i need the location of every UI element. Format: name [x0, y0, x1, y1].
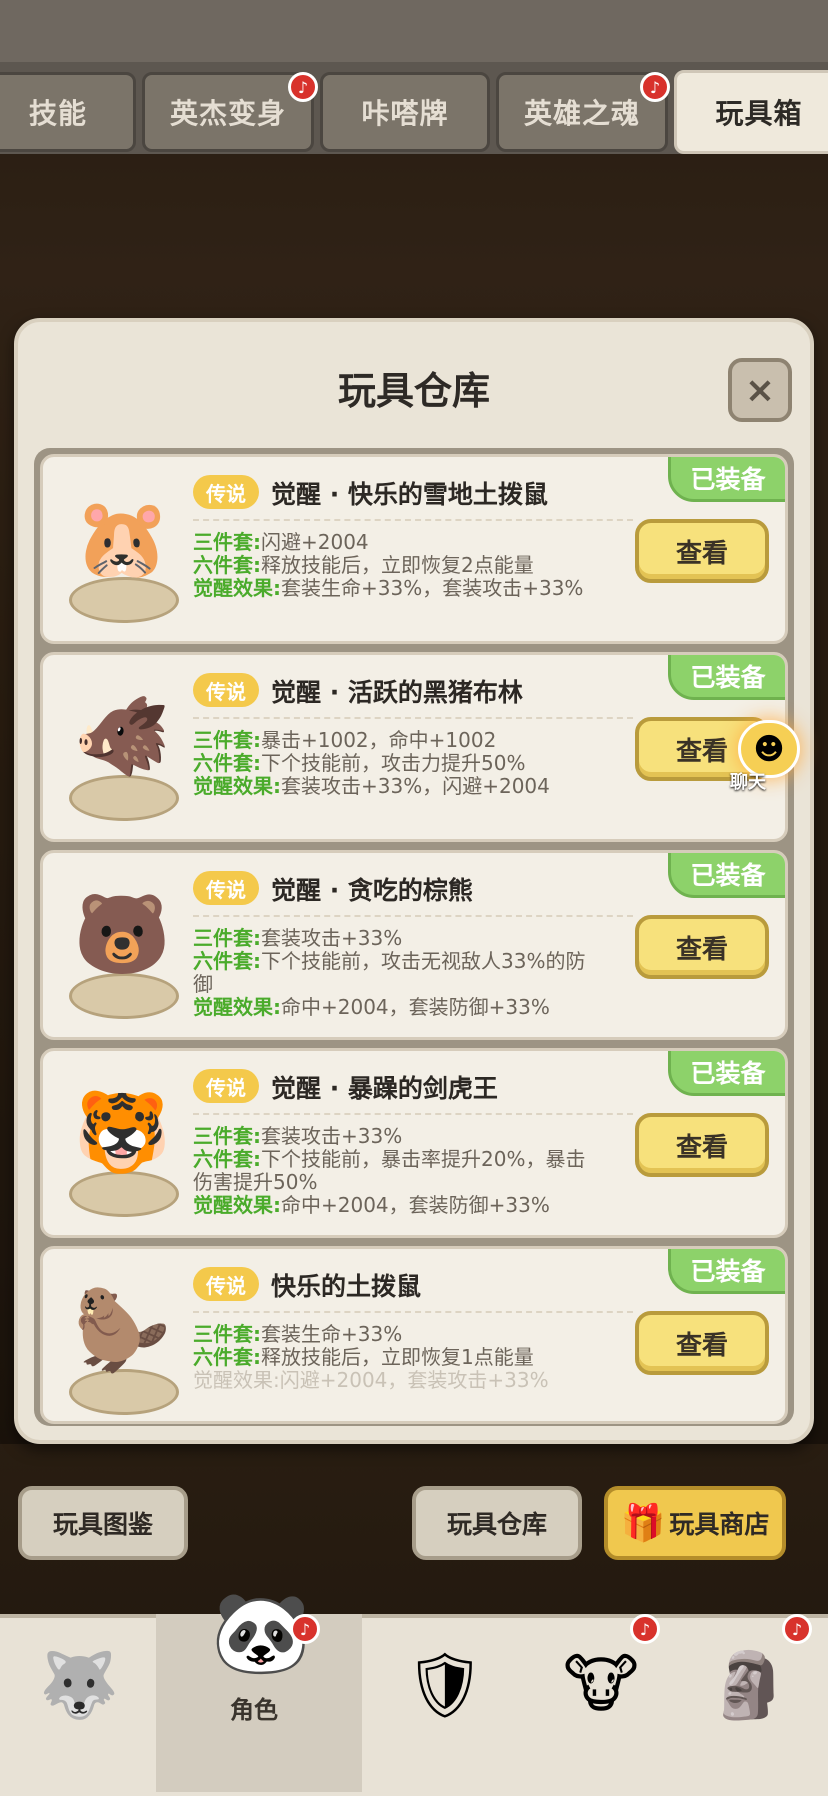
- nav-character-label: 角色: [230, 1696, 278, 1724]
- bell-icon: ♪: [288, 72, 318, 102]
- divider: [193, 915, 633, 917]
- divider: [193, 1311, 633, 1313]
- tab-label: 玩具箱: [715, 97, 803, 130]
- set-bonus-line: 六件套:下个技能前，攻击无视敌人33%的防御: [193, 949, 586, 996]
- set-bonus-line: 六件套:释放技能后，立即恢复1点能量: [193, 1345, 534, 1369]
- nav-pet-icon[interactable]: 🐮: [546, 1630, 656, 1740]
- toy-name: 快乐的土拨鼠: [271, 1272, 422, 1301]
- awaken-effect-line: 觉醒效果:套装生命+33%，套装攻击+33%: [193, 576, 584, 600]
- chat-label: 聊天: [730, 772, 766, 793]
- black-boar-icon: 🐗: [73, 691, 171, 782]
- toy-name: 觉醒 · 快乐的雪地土拨鼠: [271, 480, 548, 509]
- rarity-badge: 传说: [193, 475, 259, 509]
- equipped-tag: 已装备: [668, 655, 785, 700]
- view-button[interactable]: 查看: [635, 519, 769, 583]
- groundhog-icon: 🦫: [73, 1285, 171, 1376]
- chat-icon: ☻: [753, 731, 785, 767]
- equipped-tag: 已装备: [668, 1051, 785, 1096]
- brown-bear-icon: 🐻: [73, 889, 171, 980]
- bell-icon: ♪: [630, 1614, 660, 1644]
- toy-catalog-button[interactable]: 玩具图鉴: [18, 1486, 188, 1560]
- divider: [193, 717, 633, 719]
- rarity-badge: 传说: [193, 871, 259, 905]
- toy-warehouse-button[interactable]: 玩具仓库: [412, 1486, 582, 1560]
- toy-card: 🦫 传说 快乐的土拨鼠 三件套:套装生命+33% 六件套:释放技能后，立即恢复1…: [40, 1246, 788, 1424]
- toy-card: 🐯 传说 觉醒 · 暴躁的剑虎王 三件套:套装攻击+33% 六件套:下个技能前，…: [40, 1048, 788, 1238]
- toy-name: 觉醒 · 暴躁的剑虎王: [271, 1074, 498, 1103]
- toy-shop-label: 玩具商店: [669, 1510, 770, 1539]
- set-bonus-line: 三件套:暴击+1002，命中+1002: [193, 728, 497, 752]
- close-icon: ×: [744, 369, 776, 411]
- nav-equipment-icon[interactable]: 🛡: [390, 1630, 500, 1740]
- toy-shop-button[interactable]: 🎁 玩具商店: [604, 1486, 786, 1560]
- set-bonus-line: 三件套:闪避+2004: [193, 530, 369, 554]
- shop-icon: 🎁: [620, 1503, 666, 1544]
- set-bonus-line: 六件套:释放技能后，立即恢复2点能量: [193, 553, 534, 577]
- tab-label: 英雄之魂: [523, 97, 640, 130]
- bell-icon: ♪: [782, 1614, 812, 1644]
- nav-hero-icon[interactable]: 🐺: [24, 1630, 134, 1740]
- set-bonus-line: 六件套:下个技能前，攻击力提升50%: [193, 751, 526, 775]
- awaken-effect-line: 觉醒效果:命中+2004，套装防御+33%: [193, 995, 550, 1019]
- awaken-effect-line: 觉醒效果:闪避+2004，套装攻击+33%: [193, 1368, 549, 1392]
- awaken-effect-line: 觉醒效果:命中+2004，套装防御+33%: [193, 1193, 550, 1217]
- snow-groundhog-icon: 🐹: [73, 493, 171, 584]
- set-bonus-line: 三件套:套装攻击+33%: [193, 926, 403, 950]
- set-bonus-line: 六件套:下个技能前，暴击率提升20%，暴击伤害提升50%: [193, 1147, 586, 1194]
- view-button[interactable]: 查看: [635, 915, 769, 979]
- equipped-tag: 已装备: [668, 1249, 785, 1294]
- tab-toy-box[interactable]: 玩具箱: [674, 70, 828, 154]
- toy-card: 🐗 传说 觉醒 · 活跃的黑猪布林 三件套:暴击+1002，命中+1002 六件…: [40, 652, 788, 842]
- tab-label: 英杰变身: [169, 97, 286, 130]
- tab-skills[interactable]: 技能: [0, 72, 136, 152]
- toy-name: 觉醒 · 活跃的黑猪布林: [271, 678, 523, 707]
- rarity-badge: 传说: [193, 673, 259, 707]
- toy-card: 🐻 传说 觉醒 · 贪吃的棕熊 三件套:套装攻击+33% 六件套:下个技能前，攻…: [40, 850, 788, 1040]
- tab-label: 技能: [28, 97, 87, 130]
- modal-title: 玩具仓库: [337, 369, 490, 413]
- toy-card: 🐹 传说 觉醒 · 快乐的雪地土拨鼠 三件套:闪避+2004 六件套:释放技能后…: [40, 454, 788, 644]
- toy-name: 觉醒 · 贪吃的棕熊: [271, 876, 473, 905]
- equipped-tag: 已装备: [668, 853, 785, 898]
- nav-guild-icon[interactable]: 🗿: [694, 1630, 804, 1740]
- sabertooth-king-icon: 🐯: [73, 1087, 171, 1178]
- close-button[interactable]: ×: [728, 358, 792, 422]
- view-button[interactable]: 查看: [635, 1113, 769, 1177]
- set-bonus-line: 三件套:套装生命+33%: [193, 1322, 403, 1346]
- top-header: [0, 0, 828, 65]
- view-button[interactable]: 查看: [635, 1311, 769, 1375]
- rarity-badge: 传说: [193, 1069, 259, 1103]
- tab-cards[interactable]: 咔嗒牌: [320, 72, 490, 152]
- divider: [193, 1113, 633, 1115]
- set-bonus-line: 三件套:套装攻击+33%: [193, 1124, 403, 1148]
- rarity-badge: 传说: [193, 1267, 259, 1301]
- bell-icon: ♪: [290, 1614, 320, 1644]
- divider: [193, 519, 633, 521]
- awaken-effect-line: 觉醒效果:套装攻击+33%，闪避+2004: [193, 774, 550, 798]
- bell-icon: ♪: [640, 72, 670, 102]
- tab-label: 咔嗒牌: [361, 97, 449, 130]
- equipped-tag: 已装备: [668, 457, 785, 502]
